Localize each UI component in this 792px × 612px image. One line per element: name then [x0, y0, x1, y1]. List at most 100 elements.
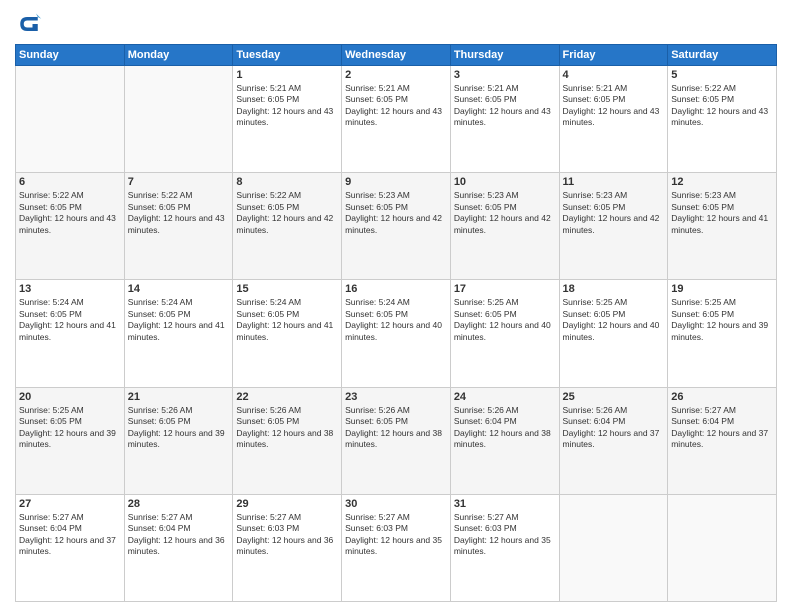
day-info: Sunrise: 5:26 AM Sunset: 6:05 PM Dayligh… — [236, 405, 338, 451]
day-number: 3 — [454, 69, 556, 81]
calendar-day-cell: 21Sunrise: 5:26 AM Sunset: 6:05 PM Dayli… — [124, 387, 233, 494]
day-info: Sunrise: 5:21 AM Sunset: 6:05 PM Dayligh… — [454, 83, 556, 129]
day-number: 25 — [563, 391, 665, 403]
logo — [15, 10, 47, 38]
calendar-day-cell: 1Sunrise: 5:21 AM Sunset: 6:05 PM Daylig… — [233, 66, 342, 173]
day-number: 23 — [345, 391, 447, 403]
day-number: 15 — [236, 283, 338, 295]
day-of-week-header: Monday — [124, 45, 233, 66]
calendar-week-row: 27 Sunrise: 5:27 AM Sunset: 6:04 PM Dayli… — [16, 494, 777, 601]
day-number: 17 — [454, 283, 556, 295]
day-number: 2 — [345, 69, 447, 81]
day-info: Sunrise: 5:27 AM Sunset: 6:03 PM Dayligh… — [236, 512, 338, 558]
day-number: 21 — [128, 391, 230, 403]
calendar-table: SundayMondayTuesdayWednesdayThursdayFrid… — [15, 44, 777, 602]
calendar-day-cell: 7 Sunrise: 5:22 AM Sunset: 6:05 PM Daylig… — [124, 173, 233, 280]
day-number: 8 — [236, 176, 338, 188]
day-info: Sunrise: 5:26 AM Sunset: 6:05 PM Dayligh… — [345, 405, 447, 451]
day-of-week-header: Sunday — [16, 45, 125, 66]
day-info: Sunrise: 5:24 AM Sunset: 6:05 PM Dayligh… — [128, 297, 230, 343]
calendar-day-cell: 15 Sunrise: 5:24 AM Sunset: 6:05 PM Dayli… — [233, 280, 342, 387]
day-number: 7 — [128, 176, 230, 188]
day-number: 31 — [454, 498, 556, 510]
day-info: Sunrise: 5:23 AM Sunset: 6:05 PM Dayligh… — [345, 190, 447, 236]
day-info: Sunrise: 5:22 AM Sunset: 6:05 PM Dayligh… — [671, 83, 773, 129]
day-number: 28 — [128, 498, 230, 510]
calendar-week-row: 1Sunrise: 5:21 AM Sunset: 6:05 PM Daylig… — [16, 66, 777, 173]
calendar-week-row: 6 Sunrise: 5:22 AM Sunset: 6:05 PM Daylig… — [16, 173, 777, 280]
calendar-day-cell: 22 Sunrise: 5:26 AM Sunset: 6:05 PM Dayli… — [233, 387, 342, 494]
calendar-day-cell — [124, 66, 233, 173]
day-info: Sunrise: 5:27 AM Sunset: 6:04 PM Dayligh… — [671, 405, 773, 451]
day-info: Sunrise: 5:22 AM Sunset: 6:05 PM Dayligh… — [236, 190, 338, 236]
calendar-day-cell: 2 Sunrise: 5:21 AM Sunset: 6:05 PM Daylig… — [342, 66, 451, 173]
day-number: 6 — [19, 176, 121, 188]
day-of-week-header: Thursday — [450, 45, 559, 66]
day-of-week-header: Tuesday — [233, 45, 342, 66]
calendar-day-cell: 31Sunrise: 5:27 AM Sunset: 6:03 PM Dayli… — [450, 494, 559, 601]
day-number: 13 — [19, 283, 121, 295]
day-info: Sunrise: 5:23 AM Sunset: 6:05 PM Dayligh… — [563, 190, 665, 236]
calendar-day-cell: 3 Sunrise: 5:21 AM Sunset: 6:05 PM Daylig… — [450, 66, 559, 173]
calendar-day-cell: 23 Sunrise: 5:26 AM Sunset: 6:05 PM Dayli… — [342, 387, 451, 494]
day-number: 27 — [19, 498, 121, 510]
day-info: Sunrise: 5:26 AM Sunset: 6:04 PM Dayligh… — [454, 405, 556, 451]
calendar-day-cell: 16 Sunrise: 5:24 AM Sunset: 6:05 PM Dayli… — [342, 280, 451, 387]
day-number: 30 — [345, 498, 447, 510]
day-info: Sunrise: 5:24 AM Sunset: 6:05 PM Dayligh… — [345, 297, 447, 343]
day-number: 16 — [345, 283, 447, 295]
calendar-day-cell: 27 Sunrise: 5:27 AM Sunset: 6:04 PM Dayli… — [16, 494, 125, 601]
calendar-day-cell: 6 Sunrise: 5:22 AM Sunset: 6:05 PM Daylig… — [16, 173, 125, 280]
calendar-week-row: 13 Sunrise: 5:24 AM Sunset: 6:05 PM Dayli… — [16, 280, 777, 387]
day-info: Sunrise: 5:22 AM Sunset: 6:05 PM Dayligh… — [128, 190, 230, 236]
calendar-day-cell: 14 Sunrise: 5:24 AM Sunset: 6:05 PM Dayli… — [124, 280, 233, 387]
day-number: 29 — [236, 498, 338, 510]
day-number: 14 — [128, 283, 230, 295]
calendar-day-cell: 18Sunrise: 5:25 AM Sunset: 6:05 PM Dayli… — [559, 280, 668, 387]
calendar-day-cell: 8 Sunrise: 5:22 AM Sunset: 6:05 PM Daylig… — [233, 173, 342, 280]
day-info: Sunrise: 5:25 AM Sunset: 6:05 PM Dayligh… — [19, 405, 121, 451]
calendar-week-row: 20 Sunrise: 5:25 AM Sunset: 6:05 PM Dayli… — [16, 387, 777, 494]
page-header — [15, 10, 777, 38]
calendar-day-cell: 29 Sunrise: 5:27 AM Sunset: 6:03 PM Dayli… — [233, 494, 342, 601]
day-info: Sunrise: 5:27 AM Sunset: 6:03 PM Dayligh… — [345, 512, 447, 558]
calendar-day-cell: 13 Sunrise: 5:24 AM Sunset: 6:05 PM Dayli… — [16, 280, 125, 387]
day-number: 20 — [19, 391, 121, 403]
day-info: Sunrise: 5:23 AM Sunset: 6:05 PM Dayligh… — [671, 190, 773, 236]
day-number: 26 — [671, 391, 773, 403]
day-of-week-header: Friday — [559, 45, 668, 66]
calendar-day-cell: 9 Sunrise: 5:23 AM Sunset: 6:05 PM Daylig… — [342, 173, 451, 280]
calendar-day-cell: 26 Sunrise: 5:27 AM Sunset: 6:04 PM Dayli… — [668, 387, 777, 494]
day-info: Sunrise: 5:27 AM Sunset: 6:04 PM Dayligh… — [19, 512, 121, 558]
day-number: 4 — [563, 69, 665, 81]
day-info: Sunrise: 5:24 AM Sunset: 6:05 PM Dayligh… — [236, 297, 338, 343]
calendar-day-cell: 25 Sunrise: 5:26 AM Sunset: 6:04 PM Dayli… — [559, 387, 668, 494]
day-info: Sunrise: 5:25 AM Sunset: 6:05 PM Dayligh… — [671, 297, 773, 343]
day-number: 24 — [454, 391, 556, 403]
calendar-day-cell: 20 Sunrise: 5:25 AM Sunset: 6:05 PM Dayli… — [16, 387, 125, 494]
day-number: 22 — [236, 391, 338, 403]
day-number: 12 — [671, 176, 773, 188]
calendar-day-cell: 11 Sunrise: 5:23 AM Sunset: 6:05 PM Dayli… — [559, 173, 668, 280]
day-number: 11 — [563, 176, 665, 188]
day-info: Sunrise: 5:22 AM Sunset: 6:05 PM Dayligh… — [19, 190, 121, 236]
day-info: Sunrise: 5:23 AM Sunset: 6:05 PM Dayligh… — [454, 190, 556, 236]
day-number: 9 — [345, 176, 447, 188]
day-info: Sunrise: 5:25 AM Sunset: 6:05 PM Dayligh… — [454, 297, 556, 343]
calendar-day-cell: 30 Sunrise: 5:27 AM Sunset: 6:03 PM Dayli… — [342, 494, 451, 601]
day-info: Sunrise: 5:26 AM Sunset: 6:04 PM Dayligh… — [563, 405, 665, 451]
calendar-day-cell: 4 Sunrise: 5:21 AM Sunset: 6:05 PM Daylig… — [559, 66, 668, 173]
calendar-day-cell: 19 Sunrise: 5:25 AM Sunset: 6:05 PM Dayli… — [668, 280, 777, 387]
day-info: Sunrise: 5:21 AM Sunset: 6:05 PM Dayligh… — [563, 83, 665, 129]
calendar-day-cell: 12 Sunrise: 5:23 AM Sunset: 6:05 PM Dayli… — [668, 173, 777, 280]
day-number: 19 — [671, 283, 773, 295]
calendar-day-cell: 28Sunrise: 5:27 AM Sunset: 6:04 PM Dayli… — [124, 494, 233, 601]
day-of-week-header: Saturday — [668, 45, 777, 66]
calendar-day-cell — [668, 494, 777, 601]
day-number: 5 — [671, 69, 773, 81]
day-info: Sunrise: 5:25 AM Sunset: 6:05 PM Dayligh… — [563, 297, 665, 343]
day-info: Sunrise: 5:24 AM Sunset: 6:05 PM Dayligh… — [19, 297, 121, 343]
day-info: Sunrise: 5:21 AM Sunset: 6:05 PM Dayligh… — [236, 83, 338, 129]
day-info: Sunrise: 5:21 AM Sunset: 6:05 PM Dayligh… — [345, 83, 447, 129]
calendar-day-cell: 17 Sunrise: 5:25 AM Sunset: 6:05 PM Dayli… — [450, 280, 559, 387]
